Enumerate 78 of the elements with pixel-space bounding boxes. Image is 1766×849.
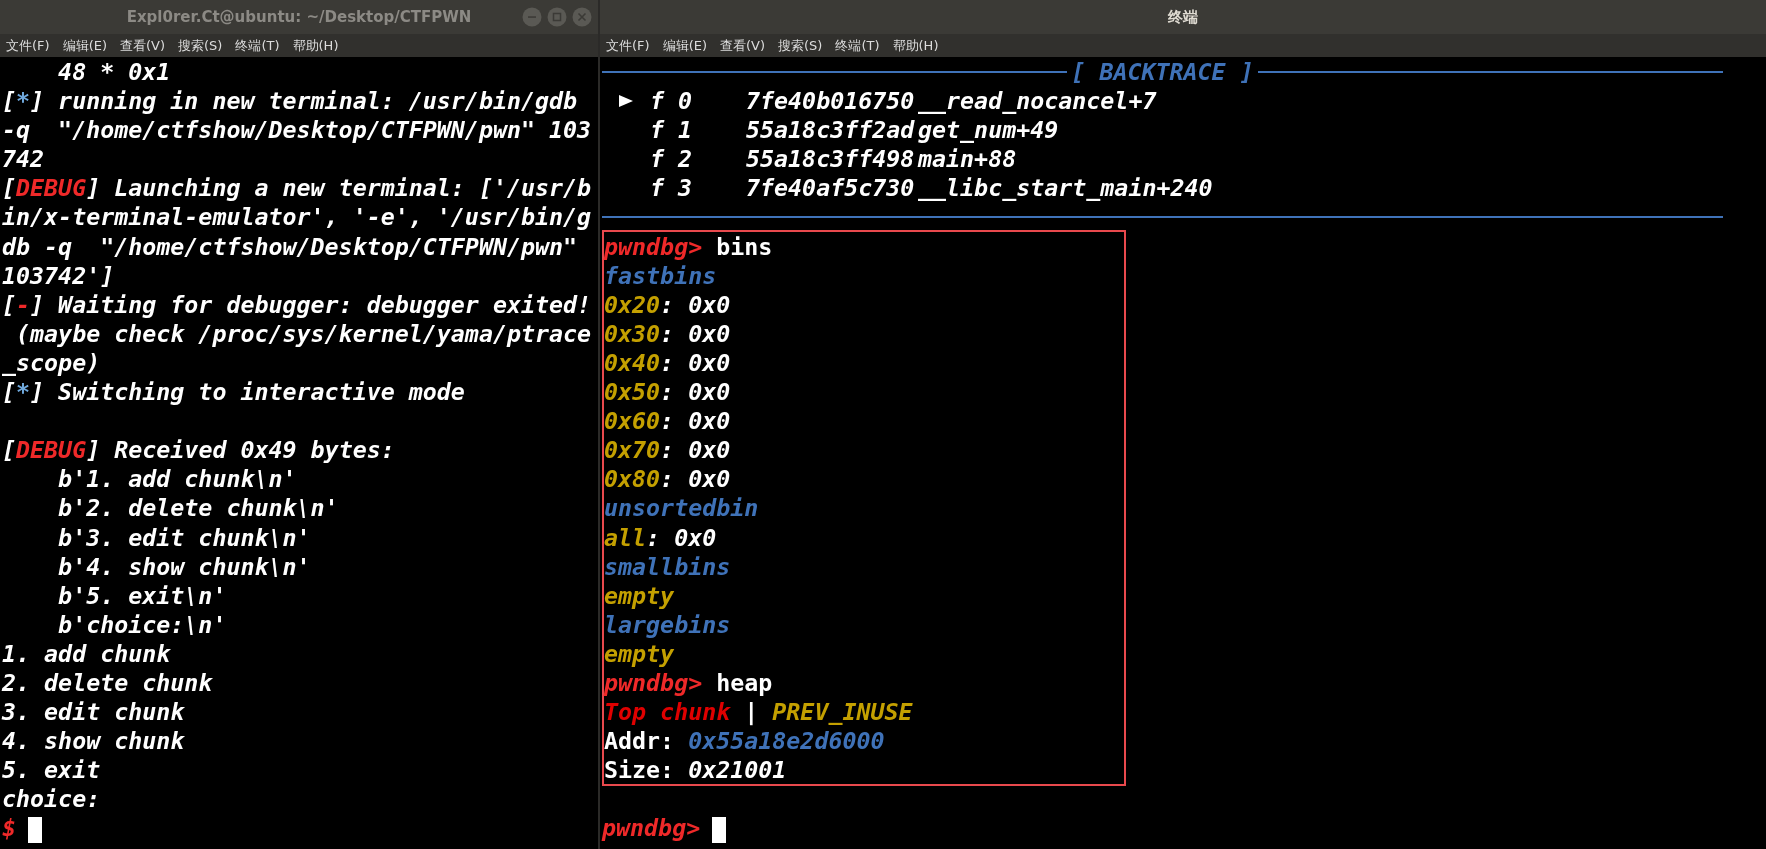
terminal-line: all: 0x0 [604,522,718,552]
terminal-line: _scope) [2,347,102,378]
window-title: 终端 [1168,7,1198,27]
terminal-line: [*] Switching to interactive mode [2,377,466,407]
window-title: Expl0rer.Ct@ubuntu: ~/Desktop/CTFPWN [126,8,472,26]
terminal-line: largebins [604,609,732,639]
frame-number: f 0 [650,86,694,116]
terminal-line: pwndbg> bins [604,231,774,261]
close-button[interactable] [572,7,592,27]
prompt-line: $ [2,813,596,843]
terminal-line: Size: 0x21001 [604,755,788,785]
terminal-line: 1. add chunk [2,638,172,668]
text-cursor [28,816,43,843]
terminal-line: smallbins [604,551,732,581]
terminal-line: 0x70: 0x0 [604,435,732,465]
menu-item[interactable]: 搜索(S) [178,36,223,55]
minimize-button[interactable] [522,7,542,27]
menu-item[interactable]: 搜索(S) [778,36,823,55]
terminal-line: fastbins [604,260,718,290]
menu-item[interactable]: 帮助(H) [292,36,339,55]
terminal-line: Top chunk | PREV_INUSE [604,697,914,727]
terminal-line: 0x50: 0x0 [604,377,732,407]
menu-item[interactable]: 查看(V) [120,36,166,55]
menu-item[interactable]: 终端(T) [235,36,280,55]
terminal-line: (maybe check /proc/sys/kernel/yama/ptrace [15,318,593,348]
frame-number: f 2 [650,144,694,174]
terminal-line: b'1. add chunk\n' [57,464,298,494]
terminal-line: in/x-terminal-emulator', '-e', '/usr/bin/g [2,202,593,232]
terminal-line: 0x20: 0x0 [604,289,732,319]
terminal-line: [*] running in new terminal: /usr/bin/gdb [2,86,579,116]
text-cursor [712,816,727,843]
terminal-line: 5. exit [2,755,102,785]
frame-symbol: main+88 [918,144,1018,174]
frame-address: 7fe40af5c730 [746,173,916,203]
frame-number: f 3 [650,173,694,203]
frame-symbol: __libc_start_main+240 [918,173,1214,203]
frame-address: 55a18c3ff2ad [746,115,916,145]
terminal-line: empty [604,638,676,668]
terminal-line: 2. delete chunk [2,667,214,698]
menu-item[interactable]: 编辑(E) [662,36,707,55]
frame-address: 7fe40b016750 [746,86,916,116]
frame-number: f 1 [650,115,694,145]
terminal-line: unsortedbin [604,493,760,523]
prompt-line: pwndbg> [602,813,1764,843]
terminal-line: pwndbg> heap [604,667,774,698]
frame-symbol: __read_nocancel+7 [918,86,1158,116]
terminal-line: 4. show chunk [2,726,186,756]
menu-item[interactable]: 帮助(H) [892,36,939,55]
terminal-line: Addr: 0x55a18e2d6000 [604,726,886,756]
frame-address: 55a18c3ff498 [746,144,916,174]
terminal-line: [DEBUG] Launching a new terminal: ['/usr/b [2,173,593,203]
terminal-line: b'2. delete chunk\n' [57,493,340,523]
section-header: [ BACKTRACE ] [1071,57,1254,87]
menu-item[interactable]: 终端(T) [835,36,880,55]
terminal-line: [DEBUG] Received 0x49 bytes: [2,435,396,465]
terminal-line: 0x40: 0x0 [604,347,732,378]
terminal-line: empty [604,580,676,610]
terminal-line: 0x80: 0x0 [604,464,732,494]
terminal-line: 0x30: 0x0 [604,318,732,348]
terminal-line: b'3. edit chunk\n' [57,522,312,552]
menu-item[interactable]: 编辑(E) [62,36,107,55]
terminal-line: b'5. exit\n' [57,580,228,610]
terminal-line: 3. edit chunk [2,697,186,727]
terminal-line: b'choice:\n' [57,609,228,639]
frame-symbol: get_num+49 [918,115,1060,145]
terminal-line: choice: [2,784,102,814]
menu-item[interactable]: 文件(F) [606,36,650,55]
terminal-line: b'4. show chunk\n' [57,551,312,581]
terminal-line: db -q "/home/ctfshow/Desktop/CTFPWN/pwn" [2,231,579,261]
terminal-line: 103742'] [2,260,116,290]
terminal-line: 48 * 0x1 [57,57,172,87]
terminal-line: [-] Waiting for debugger: debugger exited! [2,289,593,319]
terminal-line: 0x60: 0x0 [604,406,732,436]
menu-item[interactable]: 查看(V) [720,36,766,55]
terminal-line: -q "/home/ctfshow/Desktop/CTFPWN/pwn" 103 [2,115,593,145]
maximize-button[interactable] [547,7,567,27]
menu-item[interactable]: 文件(F) [6,36,50,55]
terminal-line: 742 [2,144,46,174]
